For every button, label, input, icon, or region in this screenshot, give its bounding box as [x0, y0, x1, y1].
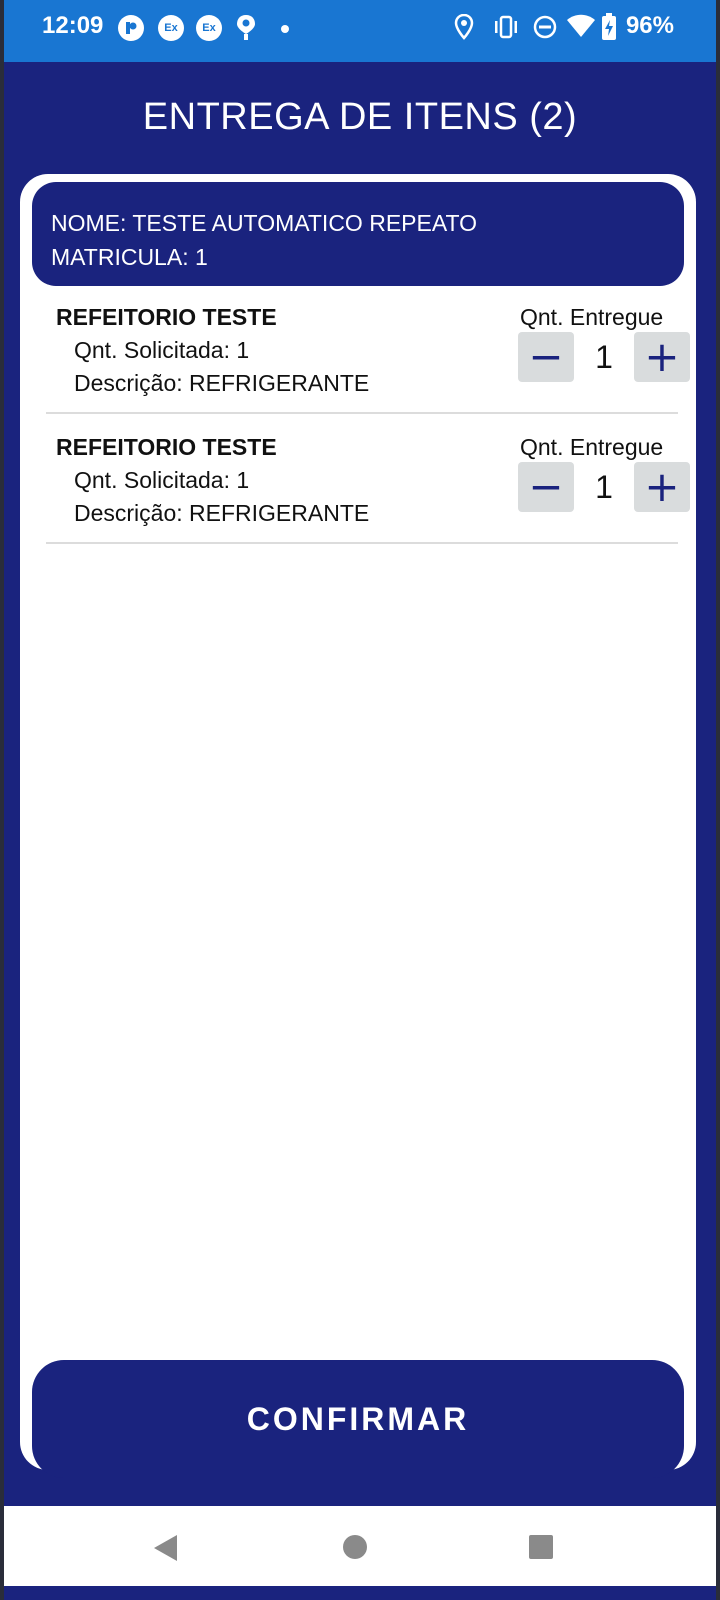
- confirm-button[interactable]: CONFIRMAR: [32, 1360, 684, 1478]
- recents-icon[interactable]: [528, 1534, 554, 1565]
- decrease-button[interactable]: −: [518, 332, 574, 382]
- item-requested-qty: Qnt. Solicitada: 1: [74, 467, 250, 493]
- dot-icon: [280, 24, 290, 34]
- location-pin-icon: [236, 14, 256, 42]
- back-icon[interactable]: [152, 1534, 180, 1567]
- exchange-icon: Ex: [158, 15, 184, 41]
- delivered-qty-label: Qnt. Entregue: [520, 434, 664, 460]
- vibrate-icon: [492, 15, 520, 39]
- delivered-qty-value: 1: [595, 339, 613, 375]
- delivery-card: NOME: TESTE AUTOMATICO REPEATO MATRICULA…: [20, 174, 696, 1478]
- phone-screen: 12:09 Ex Ex 96% ENTREGA DE ITENS (2) NOM…: [4, 0, 716, 1600]
- user-name: NOME: TESTE AUTOMATICO REPEATO: [51, 210, 477, 236]
- exchange-icon: Ex: [196, 15, 222, 41]
- item-description: Descrição: REFRIGERANTE: [74, 500, 370, 526]
- location-icon: [454, 14, 474, 40]
- user-registration: MATRICULA: 1: [51, 244, 208, 270]
- battery-percent: 96%: [625, 12, 674, 39]
- item-requested-qty: Qnt. Solicitada: 1: [74, 337, 250, 363]
- page-title: ENTREGA DE ITENS (2): [142, 95, 578, 138]
- status-time: 12:09: [42, 12, 104, 39]
- do-not-disturb-icon: [532, 14, 558, 40]
- item-title: REFEITORIO TESTE: [56, 434, 277, 460]
- decrease-button[interactable]: −: [518, 462, 574, 512]
- home-icon[interactable]: [342, 1534, 368, 1565]
- item-description: Descrição: REFRIGERANTE: [74, 370, 370, 396]
- list-item: REFEITORIO TESTE Qnt. Solicitada: 1 Desc…: [46, 414, 690, 544]
- battery-charging-icon: [601, 13, 617, 41]
- user-info-box: NOME: TESTE AUTOMATICO REPEATO MATRICULA…: [32, 182, 684, 286]
- status-bar: 12:09 Ex Ex 96%: [4, 0, 716, 62]
- wifi-icon: [566, 14, 596, 38]
- increase-button[interactable]: +: [634, 462, 690, 512]
- app-icon: [118, 15, 144, 41]
- delivered-qty-value: 1: [595, 469, 613, 505]
- navigation-bar: [4, 1506, 716, 1586]
- list-item: REFEITORIO TESTE Qnt. Solicitada: 1 Desc…: [46, 284, 690, 414]
- app-header: ENTREGA DE ITENS (2): [4, 62, 716, 172]
- delivered-qty-label: Qnt. Entregue: [520, 304, 664, 330]
- item-title: REFEITORIO TESTE: [56, 304, 277, 330]
- increase-button[interactable]: +: [634, 332, 690, 382]
